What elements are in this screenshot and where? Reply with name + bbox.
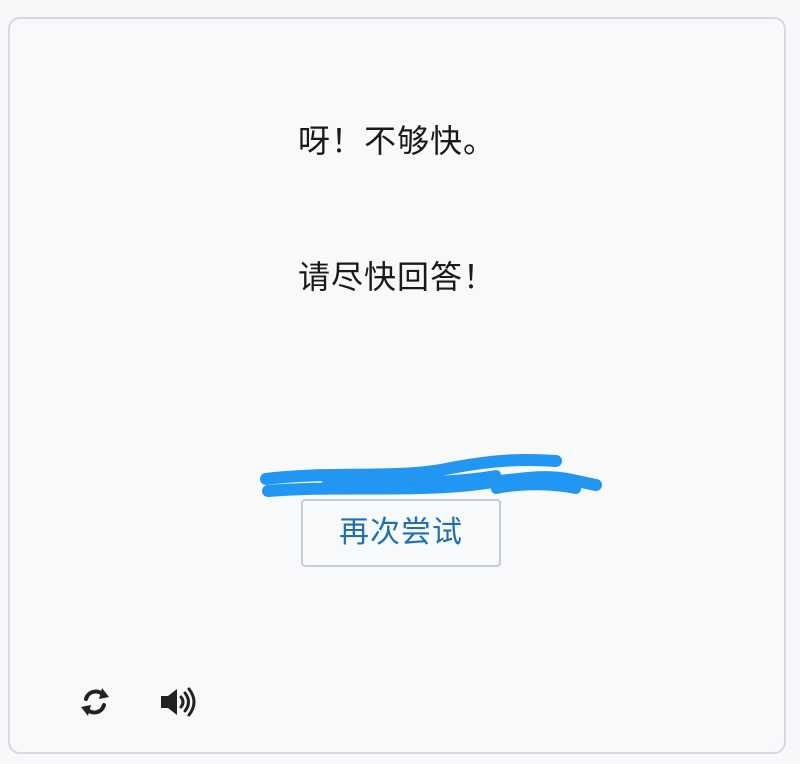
redaction-scribble [260,453,602,497]
captcha-card: 呀！不够快。 请尽快回答！ 再次尝试 [8,17,786,754]
speaker-icon[interactable] [154,677,204,727]
retry-button[interactable]: 再次尝试 [301,499,501,567]
hurry-message: 请尽快回答！ [297,258,496,296]
refresh-icon[interactable] [70,677,120,727]
timeout-message: 呀！不够快。 [297,122,496,160]
